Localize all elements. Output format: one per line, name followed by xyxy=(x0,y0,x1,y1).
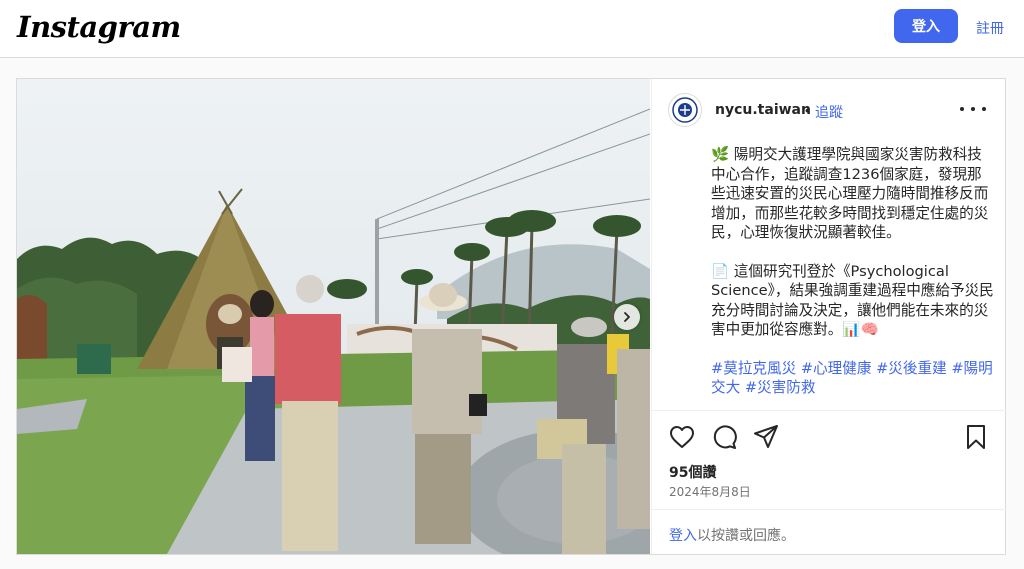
caption-paragraph: 🌿 陽明交大護理學院與國家災害防救科技中心合作，追蹤調查1236個家庭，發現那些… xyxy=(711,146,989,241)
bookmark-icon xyxy=(967,425,985,449)
signup-link[interactable]: 註冊 xyxy=(976,18,1004,38)
more-options-icon[interactable] xyxy=(960,99,986,119)
next-photo-button[interactable] xyxy=(614,304,640,330)
save-button[interactable] xyxy=(962,423,990,451)
post-card: nycu.taiwan • 追蹤 🌿 陽明交大護理學院與國家災害防救科技中心合作… xyxy=(16,78,1006,555)
share-icon xyxy=(754,425,778,448)
post-header: nycu.taiwan • 追蹤 xyxy=(652,79,1006,141)
post-date: 2024年8月8日 xyxy=(669,485,751,499)
chevron-right-icon xyxy=(624,312,630,322)
login-button[interactable]: 登入 xyxy=(894,9,958,43)
post-sidebar: nycu.taiwan • 追蹤 🌿 陽明交大護理學院與國家災害防救科技中心合作… xyxy=(651,79,1006,554)
share-button[interactable] xyxy=(752,423,780,451)
login-prompt-text: 以按讚或回應。 xyxy=(697,528,795,544)
instagram-logo[interactable]: Instagram xyxy=(17,10,181,44)
post-caption: 🌿 陽明交大護理學院與國家災害防救科技中心合作，追蹤調查1236個家庭，發現那些… xyxy=(711,145,995,407)
post-photo[interactable] xyxy=(17,79,650,554)
comment-icon xyxy=(713,425,737,449)
caption-paragraph: 📄 這個研究刊登於《Psychological Science》，結果強調重建過… xyxy=(711,262,994,339)
heart-icon xyxy=(670,426,694,448)
username-link[interactable]: nycu.taiwan xyxy=(715,102,811,118)
like-count[interactable]: 95個讚 xyxy=(669,462,716,482)
login-prompt-link[interactable]: 登入 xyxy=(669,528,697,544)
login-prompt: 登入以按讚或回應。 xyxy=(669,525,795,545)
hashtags[interactable]: #莫拉克風災 #心理健康 #災後重建 #陽明交大 #災害防救 xyxy=(711,359,995,398)
top-bar: Instagram 登入 註冊 xyxy=(0,0,1024,58)
divider xyxy=(652,509,1006,510)
comment-button[interactable] xyxy=(710,423,738,451)
avatar[interactable] xyxy=(668,93,702,127)
action-bar xyxy=(652,423,1006,453)
nycu-logo-icon xyxy=(672,97,698,123)
follow-button[interactable]: 追蹤 xyxy=(815,102,843,122)
divider xyxy=(652,410,1006,411)
post-photo-scene xyxy=(17,79,650,554)
separator-dot: • xyxy=(805,102,810,118)
like-button[interactable] xyxy=(668,423,696,451)
